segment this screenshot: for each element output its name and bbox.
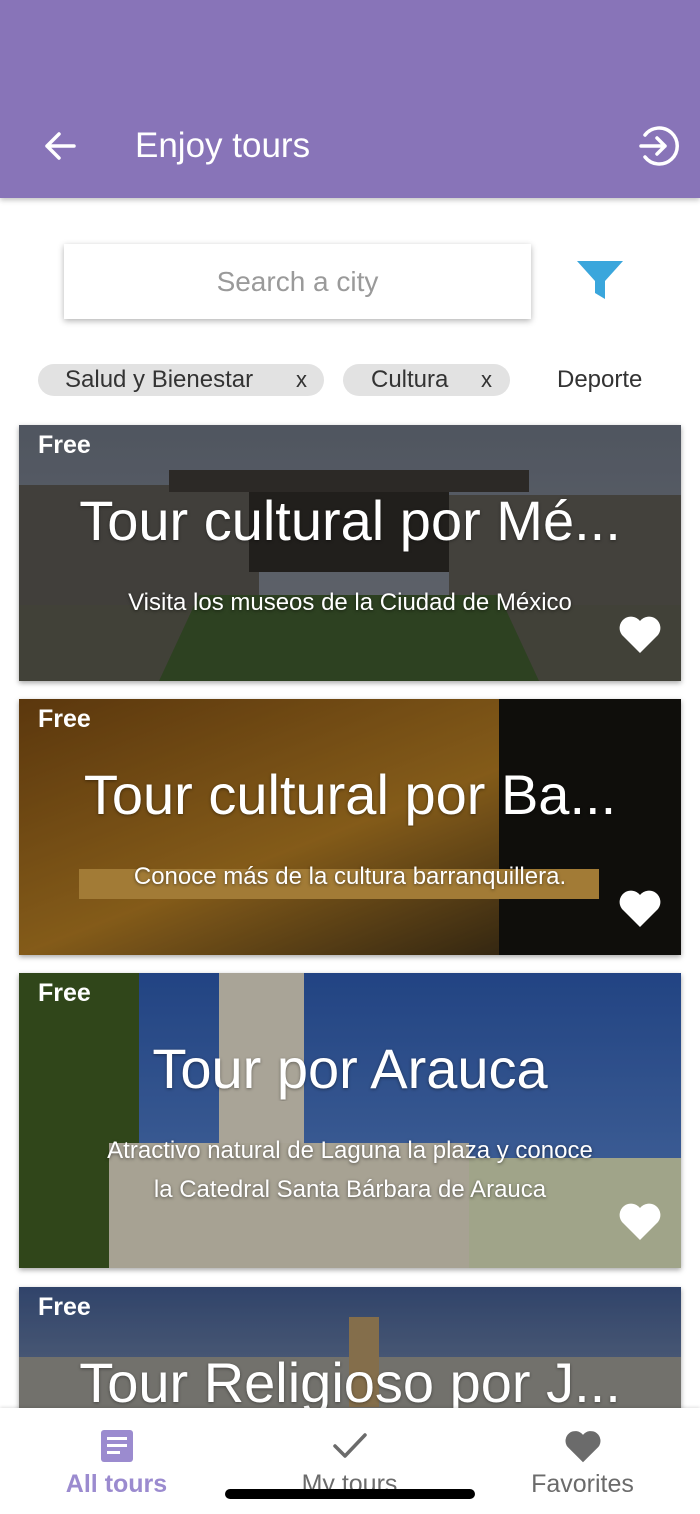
tour-image xyxy=(19,699,681,955)
tour-description: Visita los museos de la Ciudad de México xyxy=(128,589,572,616)
tour-image xyxy=(19,425,681,681)
tour-title: Tour cultural por Ba... xyxy=(83,763,617,826)
tour-title: Tour cultural por Mé... xyxy=(79,489,621,552)
tour-card[interactable]: Free Tour por Arauca Atractivo natural d… xyxy=(19,973,681,1268)
tour-description-line: Atractivo natural de Laguna la plaza y c… xyxy=(107,1137,593,1164)
document-list-icon xyxy=(100,1430,133,1462)
heart-icon[interactable] xyxy=(617,1200,663,1242)
login-circle-icon xyxy=(639,126,679,166)
arrow-left-icon xyxy=(45,132,76,160)
price-badge: Free xyxy=(38,431,91,459)
chip-label: Cultura xyxy=(371,366,449,393)
filter-funnel-icon xyxy=(577,261,623,299)
price-badge: Free xyxy=(38,979,91,1007)
chip-cultura[interactable]: Cultura x xyxy=(343,364,510,396)
nav-favorites[interactable]: Favorites xyxy=(466,1408,699,1514)
app-header: Enjoy tours xyxy=(0,0,700,198)
tour-card[interactable]: Free Tour cultural por Mé... Visita los … xyxy=(19,425,681,681)
checkmark-icon xyxy=(332,1433,367,1458)
login-button[interactable] xyxy=(632,120,684,172)
nav-label: Favorites xyxy=(531,1470,634,1498)
tour-card[interactable]: Free Tour cultural por Ba... Conoce más … xyxy=(19,699,681,955)
search-input[interactable] xyxy=(64,244,531,319)
nav-all-tours[interactable]: All tours xyxy=(0,1408,233,1514)
back-button[interactable] xyxy=(36,122,84,170)
chip-deporte[interactable]: Deporte xyxy=(557,364,642,396)
tour-title: Tour Religioso por J... xyxy=(79,1351,621,1414)
heart-icon xyxy=(565,1431,600,1463)
heart-icon[interactable] xyxy=(617,887,663,929)
chip-remove-button[interactable]: x xyxy=(296,367,307,393)
tour-image xyxy=(19,973,681,1268)
tour-title: Tour por Arauca xyxy=(152,1037,548,1100)
search-box xyxy=(64,244,531,319)
tour-description: Atractivo natural de Laguna la plaza y c… xyxy=(69,1131,631,1209)
price-badge: Free xyxy=(38,1293,91,1321)
home-indicator xyxy=(225,1489,475,1499)
page-title: Enjoy tours xyxy=(135,126,311,165)
tour-description-line: la Catedral Santa Bárbara de Arauca xyxy=(153,1176,547,1203)
chip-remove-button[interactable]: x xyxy=(481,367,492,393)
price-badge: Free xyxy=(38,705,91,733)
filter-button[interactable] xyxy=(572,256,628,304)
chip-label: Salud y Bienestar xyxy=(65,366,254,393)
heart-icon[interactable] xyxy=(617,613,663,655)
chip-salud-y-bienestar[interactable]: Salud y Bienestar x xyxy=(38,364,324,396)
tour-description: Conoce más de la cultura barranquillera. xyxy=(133,863,567,890)
nav-label: All tours xyxy=(65,1470,168,1498)
